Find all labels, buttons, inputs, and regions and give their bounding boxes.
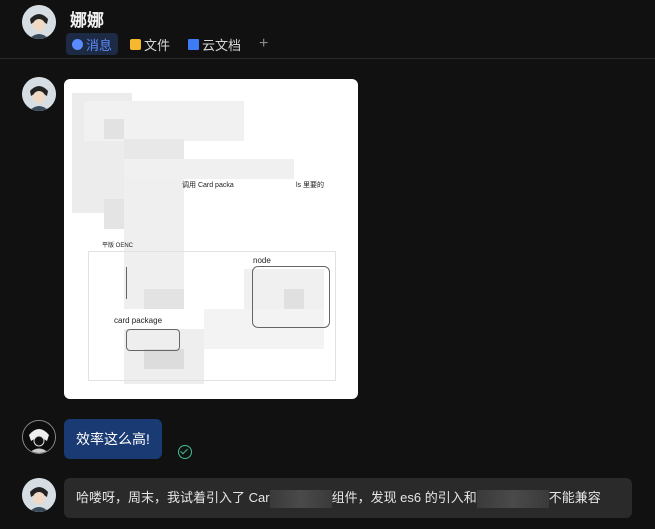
doc-icon	[188, 38, 200, 50]
tab-cloud-docs[interactable]: 云文档	[182, 33, 247, 55]
tab-files[interactable]: 文件	[124, 33, 176, 55]
add-tab-button[interactable]: +	[253, 35, 274, 53]
card-package-box	[126, 329, 180, 351]
image-text-line: 调用 Card packa	[182, 182, 234, 189]
message-text-part2: 组件，发现 es6 的引入和	[331, 490, 477, 505]
message-text-part1: 哈喽呀，周末，我试着引入了 Car	[76, 490, 270, 505]
folder-icon	[130, 38, 142, 50]
node-label: node	[253, 256, 271, 265]
self-avatar[interactable]	[22, 420, 56, 454]
tab-files-label: 文件	[144, 37, 171, 53]
sender-avatar[interactable]	[22, 77, 56, 111]
tab-messages[interactable]: 消息	[66, 33, 119, 55]
incoming-message-bubble[interactable]: 哈喽呀，周末，我试着引入了 Car 组件，发现 es6 的引入和 不能兼容	[64, 478, 632, 518]
sender-avatar[interactable]	[22, 478, 56, 512]
chat-header: 娜娜 消息 文件 云文档 +	[0, 0, 655, 59]
contact-avatar[interactable]	[22, 5, 56, 39]
read-check-icon	[178, 445, 192, 459]
chat-title: 娜娜	[70, 11, 104, 30]
self-message-bubble[interactable]: 效率这么高!	[64, 419, 162, 459]
message-text-part3: 不能兼容	[548, 490, 601, 505]
image-text-tail: ls 里要的	[296, 182, 324, 189]
tab-messages-label: 消息	[86, 37, 113, 53]
redacted-block	[269, 489, 332, 508]
redacted-block	[476, 489, 549, 508]
chat-window: 娜娜 消息 文件 云文档 + 调用 Card packa ls 里要的 平版 O…	[0, 0, 655, 529]
node-box	[252, 266, 330, 328]
image-text-small: 平版 OENC	[102, 243, 134, 249]
tab-cloud-docs-label: 云文档	[202, 37, 242, 53]
image-message[interactable]: 调用 Card packa ls 里要的 平版 OENC node card p…	[64, 79, 358, 399]
card-package-label: card package	[114, 316, 163, 325]
message-icon	[72, 38, 83, 50]
chat-tabs: 消息 文件 云文档 +	[66, 33, 274, 55]
